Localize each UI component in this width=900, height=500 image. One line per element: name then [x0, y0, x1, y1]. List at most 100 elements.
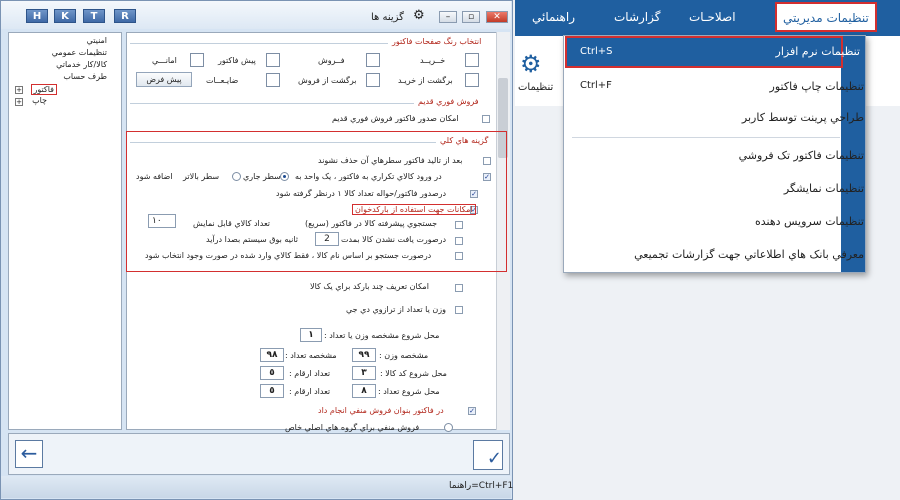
color-proforma-label: پيش فاکتور — [218, 56, 256, 65]
default-button[interactable]: پيش فرض — [136, 72, 192, 87]
close-button[interactable]: ✕ — [486, 11, 508, 23]
count-start-field[interactable]: ٨ — [352, 384, 376, 398]
keep-rows-label: بعد از تاليد فاکتور سطرهاي آن حذف نشوند — [318, 156, 463, 165]
color-return-purchase-label: برگشت از خريـد — [398, 76, 453, 85]
dialog-title: گزينه ها — [371, 12, 404, 23]
current-row-label: سطر جاري — [243, 172, 281, 181]
keep-rows-checkbox[interactable] — [483, 157, 491, 165]
color-return-sale-label: برگشت از فروش — [298, 76, 357, 85]
negative-sale-label: در فاکتور بنوان فروش منفي انجام داد — [318, 406, 444, 415]
count-start-label: محل شروع تعداد : — [378, 387, 440, 396]
code-digits-label: تعداد ارقام : — [289, 369, 331, 378]
menu-item-print-design[interactable]: طراحي پرينت توسط کاربر — [742, 111, 864, 124]
duplicate-item-label: در ورود کالاي تکراري به فاکتور ، يک واحد… — [295, 172, 442, 181]
count-digits-label: تعداد ارقام : — [289, 387, 331, 396]
tree-item-security[interactable]: امنيتي — [87, 36, 107, 45]
barcode-reader-label: امکانات جهت استفاده از بارکدخوان — [352, 204, 476, 215]
color-consign-swatch[interactable] — [190, 53, 204, 67]
start-weight-field[interactable]: ١ — [300, 328, 322, 342]
weight-id-field[interactable]: ٩٩ — [352, 348, 376, 362]
color-waste-swatch[interactable] — [266, 73, 280, 87]
expand-icon[interactable]: + — [15, 98, 23, 106]
menu-item-display[interactable]: تنظيمات نمايشگر — [784, 182, 864, 195]
display-count-label: تعداد کالاي قابل نمايش — [193, 219, 271, 228]
code-start-field[interactable]: ٣ — [352, 366, 376, 380]
negative-sale-checkbox[interactable]: ✓ — [468, 407, 476, 415]
tree-item-goods[interactable]: کالا/کار خدماتي — [56, 60, 107, 69]
menu-separator — [572, 137, 840, 138]
weight-id-label: مشخصه وزن : — [379, 351, 429, 360]
menu-item-print-settings[interactable]: تنظيمات چاپ فاکتور — [770, 80, 864, 93]
menu-reports[interactable]: گزارشات — [614, 10, 660, 24]
scale-checkbox[interactable] — [455, 306, 463, 314]
advanced-search-checkbox[interactable] — [455, 221, 463, 229]
status-bar: راهنما=Ctrl+F1 — [1, 476, 514, 498]
hotkey-k-button[interactable]: K — [54, 9, 76, 23]
options-tree: امنيتي تنظيمات عمومي کالا/کار خدماتي طرف… — [8, 32, 122, 430]
beep-seconds-field[interactable]: 2 — [315, 232, 339, 246]
count-id-field[interactable]: ٩٨ — [260, 348, 284, 362]
menu-item-databases[interactable]: معرفي بانک هاي اطلاعاتي جهت گزارشات تجمي… — [634, 248, 864, 261]
minimize-button[interactable]: – — [439, 11, 457, 23]
name-search-label: درصورت جستجو بر اساس نام کالا ، فقط کالا… — [145, 251, 432, 260]
color-consign-label: امانـــي — [152, 56, 177, 65]
color-purchase-label: خــريــد — [420, 56, 446, 65]
code-start-label: محل شروع کد کالا : — [380, 369, 447, 378]
help-shortcut: راهنما=Ctrl+F1 — [449, 481, 514, 491]
count-id-label: مشخصه تعداد : — [285, 351, 337, 360]
multi-barcode-checkbox[interactable] — [455, 284, 463, 292]
quick-sale-label: امکان صدور فاکتور فروش فوري قديم — [332, 114, 459, 123]
confirm-check-icon[interactable]: ✓ — [473, 440, 503, 470]
dialog-titlebar: H K T R ✕ ▫ – ⚙ گزينه ها — [1, 1, 511, 29]
beep-checkbox[interactable] — [455, 237, 463, 245]
maximize-button[interactable]: ▫ — [462, 11, 480, 23]
color-purchase-swatch[interactable] — [465, 53, 479, 67]
upper-row-radio[interactable] — [232, 172, 241, 181]
multi-barcode-label: امکان تعريف چند بارکد براي يک کالا — [310, 282, 429, 291]
beep-suffix-label: ثانيه بوق سيستم بصدا درآيد — [206, 235, 298, 244]
color-sale-label: فــروش — [318, 56, 345, 65]
tree-item-general[interactable]: تنظيمات عمومي — [52, 48, 107, 57]
menu-corrections[interactable]: اصلاحـات — [689, 10, 736, 24]
display-count-stepper[interactable]: ١٠ — [148, 214, 176, 228]
ribbon-settings-label: تنظيمات — [518, 82, 554, 93]
menu-item-single-sale[interactable]: تنظيمات فاکتور تک فروشي — [739, 149, 864, 162]
tree-item-parties[interactable]: طرف حساب — [63, 72, 107, 81]
advanced-search-label: جستجوي پيشرفته کالا در فاکتور (سريع) — [305, 219, 438, 228]
colors-section-title: انتخاب رنگ صفحات فاکتور — [392, 37, 482, 46]
name-search-checkbox[interactable] — [455, 252, 463, 260]
dialog-footer: ← ✓ — [8, 433, 510, 475]
menu-admin-settings[interactable]: تنظيمات مديريتي — [775, 2, 877, 32]
hotkey-h-button[interactable]: H — [26, 9, 48, 23]
beep-label: درصورت يافت نشدن کالا بمدت — [341, 235, 447, 244]
scale-label: وزن يا تعداد از ترازوي دي جي — [346, 305, 446, 314]
menu-item-server[interactable]: تنظيمات سرويس دهنده — [755, 215, 864, 228]
tree-item-print[interactable]: چاپ — [32, 96, 47, 105]
menu-help[interactable]: راهنمائي — [532, 10, 575, 24]
count-digits-field[interactable]: ٥ — [260, 384, 284, 398]
color-proforma-swatch[interactable] — [266, 53, 280, 67]
hotkey-t-button[interactable]: T — [83, 9, 105, 23]
hotkey-r-button[interactable]: R — [114, 9, 136, 23]
quick-sale-checkbox[interactable] — [482, 115, 490, 123]
settings-icon[interactable]: ⚙ — [520, 50, 542, 78]
add-label: اضافه شود — [136, 172, 173, 181]
tree-item-invoice[interactable]: فاکتور — [30, 84, 57, 95]
shortcut-ctrl-s: Ctrl+S — [580, 46, 613, 57]
qty-one-checkbox[interactable]: ✓ — [470, 190, 478, 198]
shortcut-ctrl-f: Ctrl+F — [580, 80, 612, 91]
current-row-radio[interactable] — [280, 172, 289, 181]
quick-section-title: فروش فوري قديم — [418, 97, 479, 106]
color-return-purchase-swatch[interactable] — [465, 73, 479, 87]
menu-item-software-settings[interactable]: تنظيمات نرم افزار — [776, 45, 860, 58]
negative-group-radio[interactable] — [444, 423, 453, 432]
color-return-sale-swatch[interactable] — [366, 73, 380, 87]
expand-icon[interactable]: + — [15, 86, 23, 94]
general-section-title: گزينه هاي کلي — [440, 136, 489, 145]
color-sale-swatch[interactable] — [366, 53, 380, 67]
duplicate-item-checkbox[interactable]: ✓ — [483, 173, 491, 181]
qty-one-label: درصدور فاکتور/حواله تعداد کالا ١ درنظر گ… — [276, 189, 447, 198]
negative-group-label: فروش منفي براي گروه هاي اصلي خاص — [285, 423, 420, 432]
code-digits-field[interactable]: ٥ — [260, 366, 284, 380]
back-arrow-icon[interactable]: ← — [15, 440, 43, 468]
